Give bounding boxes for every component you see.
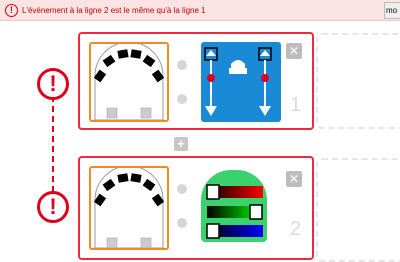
row-1-event-dot-top — [177, 60, 187, 70]
exclamation-circle-icon: ! — [5, 3, 18, 17]
row-2-warning-icon: ! — [37, 191, 69, 223]
row-2-delete-button[interactable]: ✕ — [286, 171, 302, 187]
warning-banner: ! L'événement à la ligne 2 est le même q… — [0, 0, 400, 21]
ghost-row-1 — [316, 33, 400, 129]
row-2-event-tile[interactable] — [89, 165, 169, 250]
row-1-delete-button[interactable]: ✕ — [286, 43, 302, 59]
row-1-warning-icon: ! — [37, 68, 69, 100]
add-row-button[interactable]: + — [174, 137, 188, 151]
row-2-action-tile[interactable] — [201, 170, 267, 242]
more-button[interactable]: mo — [384, 2, 400, 19]
motor-sliders-icon — [204, 47, 272, 116]
robot-sensors-icon — [93, 165, 165, 249]
duplicate-connector-line — [52, 96, 54, 192]
program-row-1[interactable]: ✕ 1 — [78, 32, 314, 130]
rgb-color-sliders-icon — [206, 184, 263, 239]
row-1-action-tile[interactable] — [201, 42, 281, 122]
row-1-event-tile[interactable] — [89, 41, 169, 122]
row-2-event-dot-bottom — [177, 218, 187, 228]
ghost-row-2 — [316, 158, 400, 262]
row-2-event-dot-top — [177, 184, 187, 194]
row-2-number: 2 — [290, 218, 302, 240]
warning-message: L'événement à la ligne 2 est le même qu'… — [22, 5, 206, 15]
row-1-event-dot-bottom — [177, 94, 187, 104]
robot-sensors-icon — [93, 41, 165, 121]
program-row-2[interactable]: ✕ 2 — [78, 156, 314, 260]
row-1-number: 1 — [290, 94, 302, 116]
